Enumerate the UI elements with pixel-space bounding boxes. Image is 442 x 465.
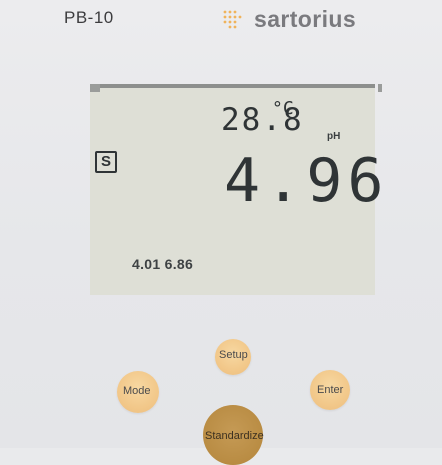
standardize-label: Standardize <box>205 430 264 442</box>
brand-logo: sartorius <box>222 6 356 32</box>
buffer-set-label: 4.01 6.86 <box>132 256 194 272</box>
brand-name: sartorius <box>254 5 357 32</box>
stability-indicator: S <box>95 151 117 173</box>
setup-label: Setup <box>219 349 248 361</box>
ph-unit-label: pH <box>327 131 341 142</box>
lcd-bezel-left <box>90 84 100 92</box>
meter-panel: PB-10 sartorius 28.8 °C pH S 4.96 4.01 6… <box>0 0 442 465</box>
mode-label: Mode <box>123 385 151 397</box>
model-label: PB-10 <box>64 8 114 27</box>
ph-readout: 4.96 <box>224 146 389 216</box>
sartorius-dots-icon <box>223 10 242 29</box>
temperature-unit: °C <box>272 98 294 119</box>
lcd-bezel-right <box>378 84 382 92</box>
enter-label: Enter <box>317 384 344 396</box>
